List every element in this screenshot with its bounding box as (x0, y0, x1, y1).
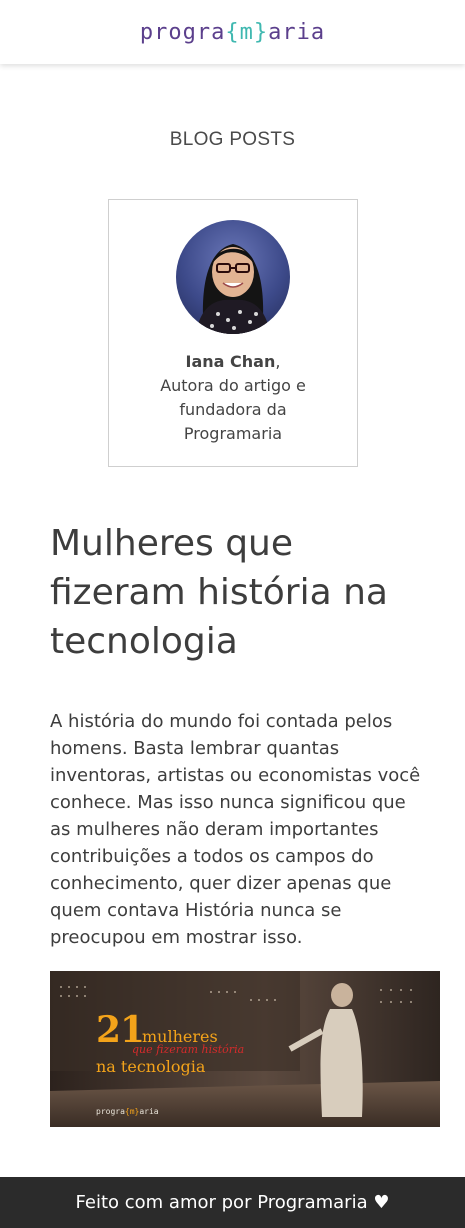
logo-suffix: aria (268, 19, 326, 45)
author-photo-illustration (196, 244, 270, 334)
author-name: Iana Chan (185, 352, 276, 371)
hero-caption: 21 mulheres que fizeram história na tecn… (96, 1009, 244, 1076)
top-navigation-bar: progra{m}aria (0, 0, 465, 64)
hero-image-logo: progra{m}aria (96, 1107, 159, 1116)
author-name-line: Iana Chan, (109, 350, 357, 374)
site-footer: Feito com amor por Programaria ♥ (0, 1177, 465, 1228)
logo-accent: {m} (225, 19, 269, 45)
programaria-logo[interactable]: progra{m}aria (140, 20, 325, 45)
hero-line-3: na tecnologia (96, 1057, 206, 1076)
author-name-suffix: , (275, 352, 281, 371)
article-title: Mulheres que fizeram história na tecnolo… (50, 523, 388, 662)
hero-line-2: que fizeram história (132, 1043, 245, 1056)
author-info: Iana Chan, Autora do artigo e fundadora … (109, 350, 357, 446)
article-hero-image: 21 mulheres que fizeram história na tecn… (50, 971, 440, 1127)
hero-logo-suffix: aria (139, 1107, 159, 1116)
hero-logo-accent: {m} (124, 1107, 140, 1116)
hero-logo-prefix: progra (96, 1107, 125, 1116)
author-role-line-1: Autora do artigo e (160, 376, 306, 395)
logo-prefix: progra (139, 19, 226, 45)
author-role-line-2: fundadora da (179, 400, 287, 419)
author-role-line-3: Programaria (183, 424, 283, 443)
author-card: Iana Chan, Autora do artigo e fundadora … (108, 199, 358, 467)
footer-text: Feito com amor por Programaria ♥ (75, 1192, 390, 1213)
section-title: BLOG POSTS (169, 129, 296, 150)
article-intro-paragraph: A história do mundo foi contada pelos ho… (50, 711, 421, 948)
author-avatar (176, 220, 290, 334)
